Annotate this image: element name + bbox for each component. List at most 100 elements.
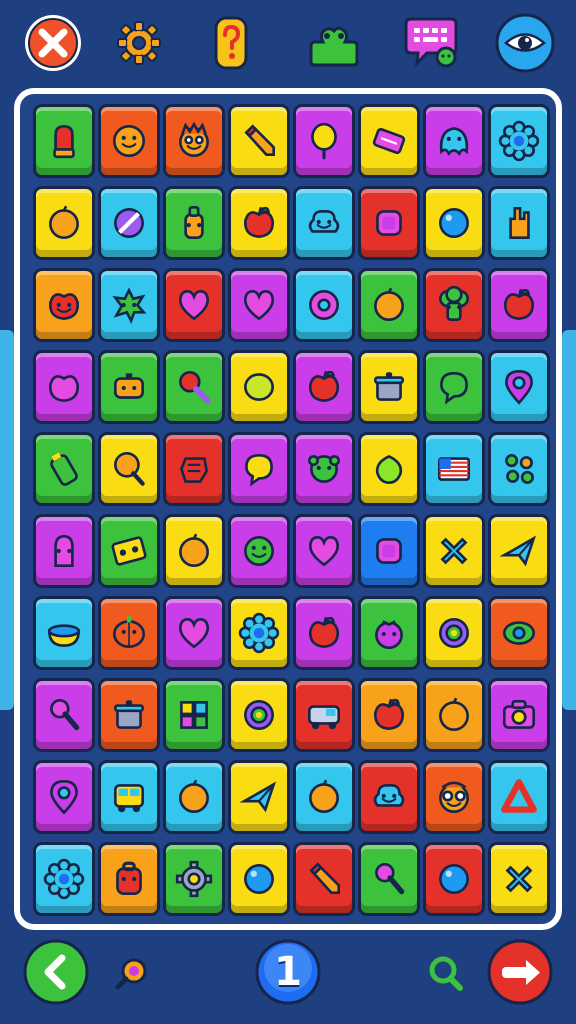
eye-button[interactable] (494, 12, 556, 74)
board-tile[interactable] (163, 186, 225, 260)
board-tile[interactable] (228, 678, 290, 752)
board-tile[interactable] (228, 596, 290, 670)
board-tile[interactable] (293, 678, 355, 752)
board-tile[interactable] (228, 186, 290, 260)
board-tile[interactable] (423, 760, 485, 834)
board-tile[interactable] (33, 596, 95, 670)
board-tile[interactable] (488, 432, 550, 506)
board-tile[interactable] (358, 104, 420, 178)
board-tile[interactable] (293, 104, 355, 178)
board-tile[interactable] (488, 104, 550, 178)
board-tile[interactable] (488, 350, 550, 424)
close-button[interactable] (22, 12, 84, 74)
zoom-button[interactable] (424, 952, 468, 996)
board-tile[interactable] (33, 350, 95, 424)
help-button[interactable] (200, 12, 262, 74)
board-tile[interactable] (228, 760, 290, 834)
back-button[interactable] (22, 938, 90, 1006)
board-tile[interactable] (33, 514, 95, 588)
board-tile[interactable] (98, 842, 160, 916)
chat-button[interactable] (400, 12, 462, 74)
board-tile[interactable] (163, 842, 225, 916)
board-tile[interactable] (358, 432, 420, 506)
donut-icon (309, 290, 339, 320)
board-tile[interactable] (98, 432, 160, 506)
board-tile[interactable] (98, 760, 160, 834)
board-tile[interactable] (423, 514, 485, 588)
board-tile[interactable] (228, 104, 290, 178)
board-tile[interactable] (293, 268, 355, 342)
board-tile[interactable] (358, 268, 420, 342)
board-tile[interactable] (228, 432, 290, 506)
board-tile[interactable] (423, 432, 485, 506)
board-tile[interactable] (228, 842, 290, 916)
board-tile[interactable] (98, 678, 160, 752)
board-tile[interactable] (293, 432, 355, 506)
board-tile[interactable] (33, 678, 95, 752)
settings-button[interactable] (108, 12, 170, 74)
board-tile[interactable] (423, 268, 485, 342)
board-tile[interactable] (488, 760, 550, 834)
board-tile[interactable] (423, 596, 485, 670)
board-tile[interactable] (163, 104, 225, 178)
board-tile[interactable] (293, 186, 355, 260)
board-tile[interactable] (358, 842, 420, 916)
board-tile[interactable] (358, 186, 420, 260)
arrow-left-icon (23, 939, 89, 1005)
board-tile[interactable] (228, 514, 290, 588)
board-tile[interactable] (163, 596, 225, 670)
board-tile[interactable] (358, 760, 420, 834)
board-tile[interactable] (488, 268, 550, 342)
board-tile[interactable] (488, 514, 550, 588)
purple-berry-icon (375, 620, 403, 650)
board-tile[interactable] (488, 678, 550, 752)
board-tile[interactable] (293, 842, 355, 916)
board-tile[interactable] (293, 514, 355, 588)
board-tile[interactable] (98, 268, 160, 342)
board-tile[interactable] (228, 268, 290, 342)
board-tile[interactable] (423, 842, 485, 916)
board-tile[interactable] (163, 432, 225, 506)
board-tile[interactable] (163, 350, 225, 424)
board-tile[interactable] (423, 104, 485, 178)
board-tile[interactable] (423, 186, 485, 260)
board-tile[interactable] (228, 350, 290, 424)
leaves-icon (505, 454, 534, 484)
board-tile[interactable] (98, 104, 160, 178)
pencil-icon (244, 124, 276, 156)
board-tile[interactable] (98, 186, 160, 260)
board-tile[interactable] (163, 760, 225, 834)
board-tile[interactable] (293, 760, 355, 834)
board-tile[interactable] (358, 350, 420, 424)
board-tile[interactable] (98, 514, 160, 588)
board-tile[interactable] (423, 678, 485, 752)
green-smiley-icon (244, 536, 274, 566)
board-tile[interactable] (358, 596, 420, 670)
map-pin-icon (50, 779, 78, 815)
board-tile[interactable] (98, 350, 160, 424)
board-tile[interactable] (358, 678, 420, 752)
board-tile[interactable] (488, 186, 550, 260)
board-tile[interactable] (488, 842, 550, 916)
board-tile[interactable] (33, 104, 95, 178)
board-tile[interactable] (293, 350, 355, 424)
board-tile[interactable] (163, 678, 225, 752)
board-tile[interactable] (488, 596, 550, 670)
green-splat-icon (112, 287, 147, 325)
board-tile[interactable] (358, 514, 420, 588)
board-tile[interactable] (163, 268, 225, 342)
board-tile[interactable] (423, 350, 485, 424)
board-tile[interactable] (98, 596, 160, 670)
exit-button[interactable] (486, 938, 554, 1006)
orange-fruit-icon (179, 533, 209, 568)
board-tile[interactable] (293, 596, 355, 670)
board-tile[interactable] (33, 186, 95, 260)
board-tile[interactable] (33, 842, 95, 916)
puzzle-button[interactable] (303, 12, 365, 74)
board-tile[interactable] (33, 760, 95, 834)
paper-plane-icon (239, 781, 277, 813)
board-tile[interactable] (163, 514, 225, 588)
board-tile[interactable] (33, 432, 95, 506)
hint-button[interactable] (110, 952, 154, 996)
board-tile[interactable] (33, 268, 95, 342)
